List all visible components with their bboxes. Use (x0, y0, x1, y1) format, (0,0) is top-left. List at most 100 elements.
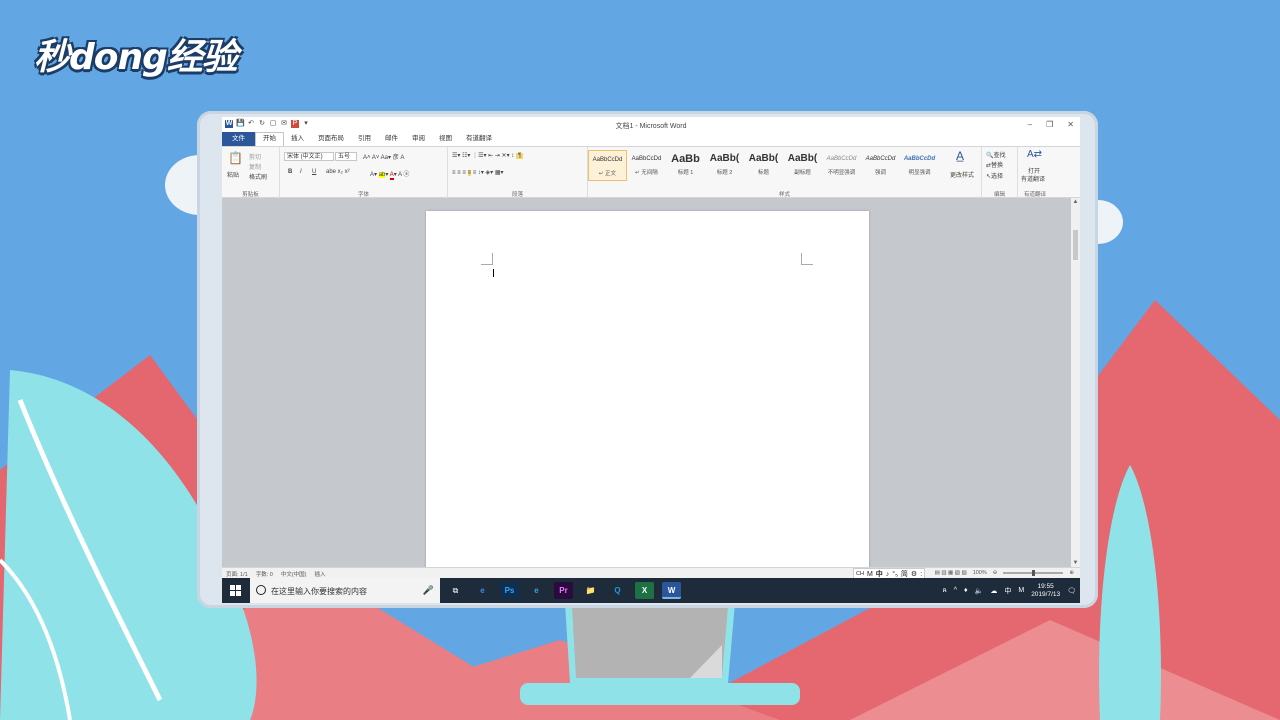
copy-button[interactable]: 复制 (249, 162, 261, 171)
clock-time: 19:55 (1037, 582, 1054, 590)
bold-button[interactable]: B (288, 169, 292, 175)
group-paragraph: ☰▾ ☷▾ ⋮☰▾ ⇤ ⇥ ✕▾ ↕ ¶ ≡ ≡ ≡ ≡ ≡ ↕▾ ◈▾ ▦▾ … (448, 147, 588, 199)
status-language[interactable]: 中文(中国) (281, 570, 307, 578)
ime-settings-icon[interactable]: ⚙ (911, 570, 917, 578)
tab-page-layout[interactable]: 页面布局 (311, 132, 351, 146)
file-explorer-icon[interactable]: 📁 (581, 582, 600, 599)
group-clipboard: 📋 粘贴 剪切 复制 格式刷 剪贴板 (222, 147, 280, 199)
ime-moon-icon[interactable]: ♪ (886, 570, 890, 578)
group-label-paragraph: 段落 (511, 192, 523, 198)
microphone-icon[interactable]: 🎤 (423, 585, 434, 596)
photoshop-icon[interactable]: Ps (500, 582, 519, 599)
ime-punct[interactable]: °₅ (892, 570, 898, 578)
select-button[interactable]: ↖选择 (986, 171, 1003, 180)
tab-references[interactable]: 引用 (351, 132, 378, 146)
ribbon-tabs: 文件 开始 插入 页面布局 引用 邮件 审阅 视图 有道翻译 (222, 132, 1080, 146)
excel-icon[interactable]: X (635, 582, 654, 599)
margin-mark-top-left (481, 253, 493, 265)
format-painter-button[interactable]: 格式刷 (249, 172, 267, 181)
cortana-icon[interactable] (256, 585, 266, 595)
replace-button[interactable]: ⇄替换 (986, 160, 1003, 169)
cloud-icon[interactable]: ☁ (990, 587, 997, 595)
group-label-font: 字体 (357, 192, 369, 198)
tab-home[interactable]: 开始 (255, 132, 284, 146)
minimize-button[interactable]: – (1028, 120, 1032, 129)
group-label-clipboard: 剪贴板 (242, 192, 259, 198)
vertical-scrollbar[interactable]: ▲ ▼ (1071, 198, 1080, 567)
status-mode[interactable]: 插入 (315, 570, 326, 578)
edge-icon[interactable]: e (473, 582, 492, 599)
font-effects-icons[interactable]: abe x₂ x² (326, 169, 350, 175)
zoom-slider[interactable] (1003, 570, 1064, 576)
tray-app-icon[interactable]: ♦ (964, 587, 968, 594)
tab-review[interactable]: 审阅 (405, 132, 432, 146)
group-font: 宋体 (中文正) 五号 A˄ A˅ Aa▾ 彦 A B I U abe x₂ x… (280, 147, 448, 199)
person-icon[interactable]: ጰ (943, 587, 947, 595)
group-label-styles: 样式 (778, 192, 790, 198)
qq-browser-icon[interactable]: Q (608, 582, 627, 599)
tray-ime[interactable]: M (1018, 587, 1024, 594)
monitor-base (520, 683, 800, 705)
site-logo: 秒dong经验 (34, 37, 238, 78)
status-words[interactable]: 字数: 0 (256, 570, 273, 578)
volume-icon[interactable]: 🔈 (975, 587, 984, 595)
document-page[interactable] (426, 211, 869, 571)
tab-mailings[interactable]: 邮件 (378, 132, 405, 146)
group-youdao: A⇄ 打开 有道翻译 有道翻译 (1018, 147, 1052, 199)
youdao-translate-icon[interactable]: A⇄ (1027, 149, 1042, 160)
zoom-slider-thumb[interactable] (1032, 570, 1036, 576)
view-layout-icons[interactable]: ▤ ▥ ▦ ▧ ▨ (935, 570, 967, 576)
align-icons[interactable]: ≡ ≡ ≡ ≡ ≡ ↕▾ ◈▾ ▦▾ (452, 169, 504, 176)
tab-view[interactable]: 视图 (432, 132, 459, 146)
word-icon[interactable]: W (662, 582, 681, 599)
close-button[interactable]: ✕ (1067, 120, 1074, 129)
group-label-editing: 编辑 (993, 192, 1005, 198)
window-controls: – ❐ ✕ (1028, 120, 1074, 129)
ime-ch[interactable]: CH (856, 570, 864, 577)
zoom-level[interactable]: 100% (973, 570, 987, 576)
font-name-select[interactable]: 宋体 (中文正) (284, 152, 334, 161)
tab-file[interactable]: 文件 (222, 132, 255, 146)
change-styles-button[interactable]: 更改样式 (950, 170, 974, 179)
restore-button[interactable]: ❐ (1046, 120, 1053, 129)
clock[interactable]: 19:55 2019/7/13 (1031, 583, 1060, 599)
task-view-icon[interactable]: ⧉ (446, 582, 465, 599)
text-color-icons[interactable]: A▾ ab▾ A▾ A ⓐ (370, 169, 409, 180)
change-styles-icon[interactable]: A̲ (956, 149, 964, 163)
zoom-in-icon[interactable]: ⊕ (1069, 570, 1074, 576)
premiere-icon[interactable]: Pr (554, 582, 573, 599)
zoom-out-icon[interactable]: ⊖ (993, 570, 998, 576)
margin-mark-top-right (801, 253, 813, 265)
scroll-up-icon[interactable]: ▲ (1071, 199, 1080, 205)
status-right: ▤ ▥ ▦ ▧ ▨ 100% ⊖ ⊕ (935, 570, 1074, 576)
ime-chinese[interactable]: 中 (876, 570, 883, 578)
notification-icon[interactable]: 🗨 (1067, 587, 1076, 595)
find-button[interactable]: 🔍查找 (986, 150, 1006, 159)
status-page[interactable]: 页面: 1/1 (226, 570, 248, 578)
underline-button[interactable]: U (312, 169, 316, 175)
ribbon: 📋 粘贴 剪切 复制 格式刷 剪贴板 宋体 (中文正) 五号 A˄ A˅ Aa▾… (222, 146, 1080, 199)
taskbar-search[interactable]: 在这里输入你要搜索的内容 🎤 (250, 578, 440, 603)
ime-simplified[interactable]: 简 (901, 570, 908, 578)
ime-m[interactable]: M (867, 570, 873, 578)
paste-icon[interactable]: 📋 (228, 151, 243, 165)
scroll-down-icon[interactable]: ▼ (1071, 560, 1080, 566)
windows-start-icon[interactable] (230, 585, 241, 596)
scroll-thumb[interactable] (1073, 230, 1078, 260)
tray-language[interactable]: 中 (1004, 586, 1011, 596)
ime-more[interactable]: : (920, 570, 922, 578)
font-size-select[interactable]: 五号 (335, 152, 357, 161)
youdao-translate-button[interactable]: 有道翻译 (1021, 174, 1045, 183)
tab-insert[interactable]: 插入 (284, 132, 311, 146)
cut-button[interactable]: 剪切 (249, 152, 261, 161)
tab-youdao[interactable]: 有道翻译 (459, 132, 499, 146)
system-tray: ጰ ^ ♦ 🔈 ☁ 中 M 19:55 2019/7/13 🗨 (943, 578, 1076, 603)
tray-expand-icon[interactable]: ^ (954, 587, 957, 594)
font-grow-icon[interactable]: A˄ A˅ Aa▾ 彦 A (363, 152, 404, 161)
screen: W 💾 ↶ ↻ ▢ ✉ P ▾ 文档1 - Microsoft Word – ❐… (222, 117, 1080, 603)
italic-button[interactable]: I (300, 169, 302, 175)
paste-button[interactable]: 粘贴 (227, 170, 239, 179)
status-bar: 页面: 1/1 字数: 0 中文(中国) 插入 CH M 中 ♪ °₅ 简 ⚙ … (222, 567, 1080, 579)
list-icons[interactable]: ☰▾ ☷▾ ⋮☰▾ ⇤ ⇥ ✕▾ ↕ ¶ (452, 152, 524, 159)
ie-icon[interactable]: e (527, 582, 546, 599)
